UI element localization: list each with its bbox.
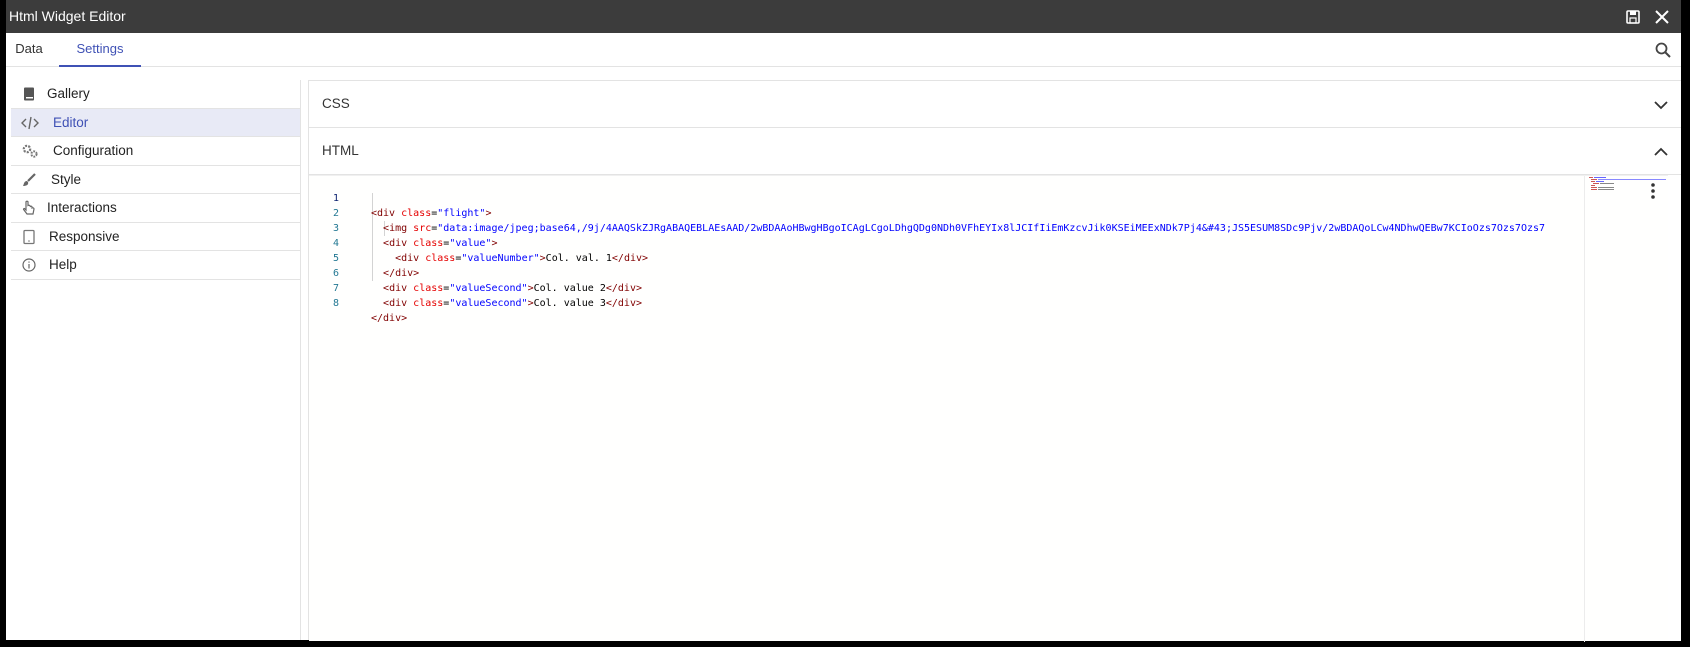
sidebar-item-label: Interactions	[47, 200, 117, 215]
gears-icon	[21, 143, 38, 159]
brush-icon	[21, 172, 37, 188]
chevron-up-icon[interactable]	[1653, 144, 1669, 160]
sidebar-item-label: Style	[51, 171, 82, 187]
code-line: 2 <img src="data:image/jpeg;base64,/9j/4…	[309, 191, 1545, 234]
settings-sidebar: Gallery Editor Configuration Style Inter…	[11, 80, 301, 640]
tablet-icon	[21, 229, 37, 245]
sidebar-item-style[interactable]: Style	[11, 166, 300, 194]
code-line: 3 <div class="value">	[309, 206, 498, 249]
code-icon	[21, 115, 39, 131]
sidebar-item-responsive[interactable]: Responsive	[11, 223, 300, 251]
sidebar-item-interactions[interactable]: Interactions	[11, 194, 300, 223]
sidebar-item-gallery[interactable]: Gallery	[11, 80, 300, 109]
code-line: 5 </div>	[309, 236, 419, 279]
sidebar-item-editor[interactable]: Editor	[11, 108, 300, 137]
code-line: 4 <div class="valueNumber">Col. val. 1</…	[309, 221, 648, 264]
tab-data[interactable]: Data	[9, 33, 49, 67]
css-panel-header[interactable]: CSS	[309, 81, 1681, 128]
sidebar-item-configuration[interactable]: Configuration	[11, 137, 300, 166]
code-line: 7 <div class="valueSecond">Col. value 3<…	[309, 266, 642, 309]
sidebar-item-label: Gallery	[47, 86, 90, 101]
info-icon	[21, 257, 37, 273]
code-line: 1 <div class="flight">	[309, 176, 492, 219]
close-icon[interactable]	[1652, 7, 1672, 27]
sidebar-item-help[interactable]: Help	[11, 251, 300, 280]
code-minimap[interactable]	[1584, 176, 1669, 642]
book-icon	[21, 86, 37, 102]
html-panel-title: HTML	[322, 143, 359, 158]
code-line: 8 </div>	[309, 281, 407, 324]
chevron-down-icon[interactable]	[1653, 97, 1669, 113]
window-title: Html Widget Editor	[9, 8, 126, 24]
html-panel-header[interactable]: HTML	[309, 128, 1681, 175]
more-vertical-icon[interactable]	[1646, 180, 1660, 202]
code-line: 6 <div class="valueSecond">Col. value 2<…	[309, 251, 642, 294]
css-panel-title: CSS	[322, 96, 350, 111]
search-icon[interactable]	[1653, 40, 1673, 60]
editor-main-panel: CSS HTML 1 <div class="flight"> 2 <img s…	[308, 80, 1681, 642]
save-icon[interactable]	[1623, 7, 1643, 27]
html-code-editor[interactable]: 1 <div class="flight"> 2 <img src="data:…	[309, 175, 1669, 642]
pointer-hand-icon	[21, 200, 37, 216]
sidebar-item-label: Help	[49, 257, 77, 272]
sidebar-item-label: Responsive	[49, 228, 120, 244]
tab-bar: Data Settings	[6, 33, 1681, 67]
sidebar-item-label: Configuration	[53, 143, 134, 158]
sidebar-item-label: Editor	[53, 114, 89, 130]
line-number: 8	[332, 298, 339, 309]
vertical-scrollbar[interactable]	[1668, 175, 1681, 641]
title-bar: Html Widget Editor	[6, 0, 1681, 33]
html-widget-editor-window: Html Widget Editor Data Settings Gallery…	[6, 0, 1681, 642]
tab-settings[interactable]: Settings	[59, 33, 141, 67]
